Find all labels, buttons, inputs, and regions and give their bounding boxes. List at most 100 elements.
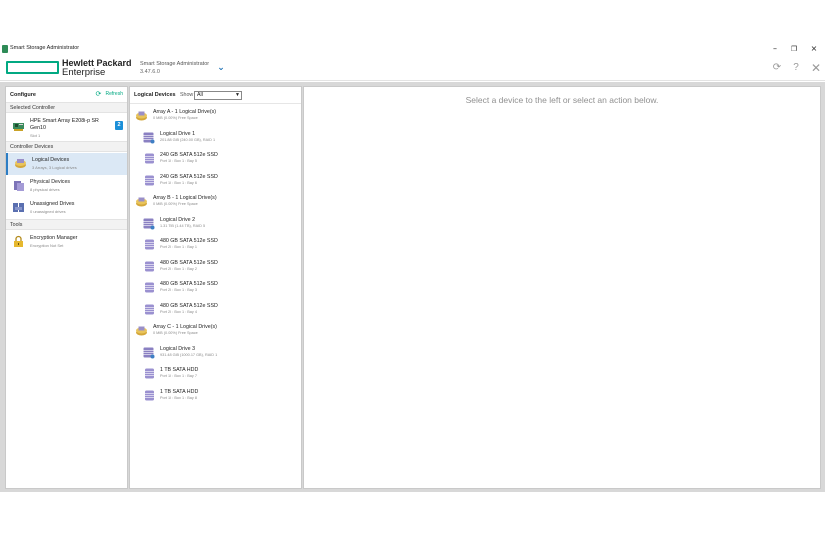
nav-encryption-manager-sub: Encryption Not Set xyxy=(30,243,64,248)
device-details: Port 1I : Box 1 : Bay 8 xyxy=(160,395,197,400)
drive-icon xyxy=(145,390,154,400)
drive-icon xyxy=(145,153,154,164)
device-name: 480 GB SATA 512e SSD xyxy=(160,281,218,287)
physical-drive-row[interactable]: 240 GB SATA 512e SSD Port 1I : Box 1 : Ba… xyxy=(130,148,301,169)
drive-icon xyxy=(145,368,154,379)
array-row[interactable]: Array A - 1 Logical Drive(s) 0 MiB (0.00%… xyxy=(130,105,301,126)
refresh-icon[interactable]: ⟳ xyxy=(771,62,783,74)
physical-drive-row[interactable]: 240 GB SATA 512e SSD Port 1I : Box 1 : Ba… xyxy=(130,170,301,191)
device-details: Port 2I : Box 1 : Bay 4 xyxy=(160,309,197,314)
physical-drive-row[interactable]: 480 GB SATA 512e SSD Port 2I : Box 1 : Ba… xyxy=(130,277,301,298)
tools-header: Tools xyxy=(6,219,127,230)
window-title: Smart Storage Administrator xyxy=(10,45,80,51)
logical-devices-icon xyxy=(15,159,26,168)
physical-drive-row[interactable]: 480 GB SATA 512e SSD Port 2I : Box 1 : Ba… xyxy=(130,256,301,277)
device-details: Port 1I : Box 1 : Bay 5 xyxy=(160,159,197,163)
nav-encryption-manager-label: Encryption Manager xyxy=(30,235,78,241)
array-icon xyxy=(136,197,147,207)
physical-devices-icon xyxy=(14,181,24,191)
chevron-down-icon[interactable]: ⌄ xyxy=(215,61,227,73)
show-filter-label: Show xyxy=(180,92,194,98)
device-details: Port 2I : Box 1 : Bay 1 xyxy=(160,245,197,249)
device-details: Port 1I : Box 1 : Bay 7 xyxy=(160,374,197,378)
device-name: Array A - 1 Logical Drive(s) xyxy=(153,109,216,115)
drive-icon xyxy=(145,239,154,250)
selected-controller-header: Selected Controller xyxy=(6,102,127,113)
app-header: Hewlett Packard Enterprise Smart Storage… xyxy=(0,56,825,81)
app-name-label: Smart Storage Administrator xyxy=(140,61,210,67)
unassigned-drives-icon xyxy=(13,203,24,212)
device-details: 0 MiB (0.00%) Free Space xyxy=(153,331,198,335)
device-name: Logical Drive 1 xyxy=(160,130,196,137)
drive-icon xyxy=(145,304,154,314)
app-icon xyxy=(2,45,8,53)
show-filter-value: All xyxy=(197,92,203,98)
device-name: Array C - 1 Logical Drive(s) xyxy=(153,324,217,330)
device-name: Array B - 1 Logical Drive(s) xyxy=(153,195,217,201)
device-name: 1 TB SATA HDD xyxy=(160,388,199,395)
nav-physical-devices-sub: 8 physical drives xyxy=(30,187,60,192)
device-details: 1.31 TiB (1.44 TB), RAID 5 xyxy=(160,223,206,228)
logical-drive-row[interactable]: Logical Drive 2 1.31 TiB (1.44 TB), RAID … xyxy=(130,213,301,234)
device-name: 1 TB SATA HDD xyxy=(160,367,199,373)
device-name: 480 GB SATA 512e SSD xyxy=(160,302,218,309)
logical-drive-row[interactable]: Logical Drive 1 201.88 GiB (240.00 GB), R… xyxy=(130,127,301,148)
hpe-logo-icon xyxy=(6,61,59,74)
logical-devices-header: Logical Devices Show All ▼ xyxy=(130,87,301,102)
device-details: Port 1I : Box 1 : Bay 6 xyxy=(160,180,197,185)
device-name: Logical Drive 2 xyxy=(160,216,196,223)
refresh-label: Refresh xyxy=(105,91,123,97)
drive-icon xyxy=(145,261,154,271)
nav-logical-devices-label: Logical Devices xyxy=(32,157,70,163)
array-icon xyxy=(136,326,147,336)
nav-logical-devices[interactable]: Logical Devices 3 Arrays, 3 Logical driv… xyxy=(6,153,127,175)
controller-item[interactable]: HPE Smart Array E208i-p SR Gen10 Slot 1 … xyxy=(6,114,127,140)
configure-title: Configure xyxy=(10,92,36,98)
detail-placeholder: Select a device to the left or select an… xyxy=(465,95,659,105)
configure-pane: Configure ⟳ Refresh Selected Controller H… xyxy=(5,86,128,489)
app-name: Smart Storage Administrator 3.47.6.0 xyxy=(140,60,209,76)
logical-devices-title: Logical Devices xyxy=(134,92,176,98)
app-version: 3.47.6.0 xyxy=(140,69,160,75)
nav-physical-devices[interactable]: Physical Devices 8 physical drives xyxy=(6,175,127,197)
refresh-icon: ⟳ xyxy=(95,91,102,98)
nav-physical-devices-label: Physical Devices xyxy=(30,179,71,185)
controller-count-badge: 2 xyxy=(115,121,123,130)
nav-unassigned-drives-label: Unassigned Drives xyxy=(30,201,75,207)
nav-logical-devices-sub: 3 Arrays, 3 Logical drives xyxy=(32,165,77,170)
array-row[interactable]: Array B - 1 Logical Drive(s) 0 MiB (0.00%… xyxy=(130,191,301,212)
main-area: Configure ⟳ Refresh Selected Controller H… xyxy=(0,82,825,492)
device-name: 240 GB SATA 512e SSD xyxy=(160,173,218,180)
help-icon[interactable]: ? xyxy=(790,62,802,74)
controller-name: HPE Smart Array E208i-p SR Gen10 xyxy=(30,118,99,131)
controller-devices-header: Controller Devices xyxy=(6,141,127,152)
detail-pane: Select a device to the left or select an… xyxy=(303,86,821,489)
device-details: 201.88 GiB (240.00 GB), RAID 1 xyxy=(160,137,216,142)
close-button[interactable]: × xyxy=(806,43,822,55)
logical-drive-icon xyxy=(143,347,155,358)
nav-encryption-manager[interactable]: Encryption Manager Encryption Not Set xyxy=(6,231,127,253)
device-details: 931.48 GiB (1000.17 GB), RAID 1 xyxy=(160,352,218,357)
refresh-button[interactable]: ⟳ Refresh xyxy=(95,91,123,98)
physical-drive-row[interactable]: 480 GB SATA 512e SSD Port 2I : Box 1 : Ba… xyxy=(130,299,301,320)
exit-icon[interactable]: ✕ xyxy=(810,62,822,74)
physical-drive-row[interactable]: 1 TB SATA HDD Port 1I : Box 1 : Bay 7 xyxy=(130,363,301,384)
drive-icon xyxy=(145,282,154,293)
array-row[interactable]: Array C - 1 Logical Drive(s) 0 MiB (0.00%… xyxy=(130,320,301,341)
brand-name: Hewlett Packard Enterprise xyxy=(62,59,132,78)
minimize-button[interactable]: – xyxy=(767,43,783,55)
physical-drive-row[interactable]: 1 TB SATA HDD Port 1I : Box 1 : Bay 8 xyxy=(130,385,301,406)
logical-drive-row[interactable]: Logical Drive 3 931.48 GiB (1000.17 GB), … xyxy=(130,342,301,363)
physical-drive-row[interactable]: 480 GB SATA 512e SSD Port 2I : Box 1 : Ba… xyxy=(130,234,301,255)
restore-button[interactable]: ❐ xyxy=(786,43,802,55)
device-name: Logical Drive 3 xyxy=(160,345,196,352)
show-filter-select[interactable]: All ▼ xyxy=(194,91,242,100)
logical-devices-pane: Logical Devices Show All ▼ Array A - 1 L… xyxy=(129,86,302,489)
device-details: Port 2I : Box 1 : Bay 3 xyxy=(160,288,197,292)
configure-header: Configure ⟳ Refresh xyxy=(6,87,127,101)
window-title-bar: Smart Storage Administrator – ❐ × xyxy=(0,42,825,56)
device-details: 0 MiB (0.00%) Free Space xyxy=(153,202,198,206)
brand-line-2: Enterprise xyxy=(62,67,106,78)
device-details: 0 MiB (0.00%) Free Space xyxy=(153,116,198,120)
nav-unassigned-drives[interactable]: Unassigned Drives 0 unassigned drives xyxy=(6,197,127,219)
